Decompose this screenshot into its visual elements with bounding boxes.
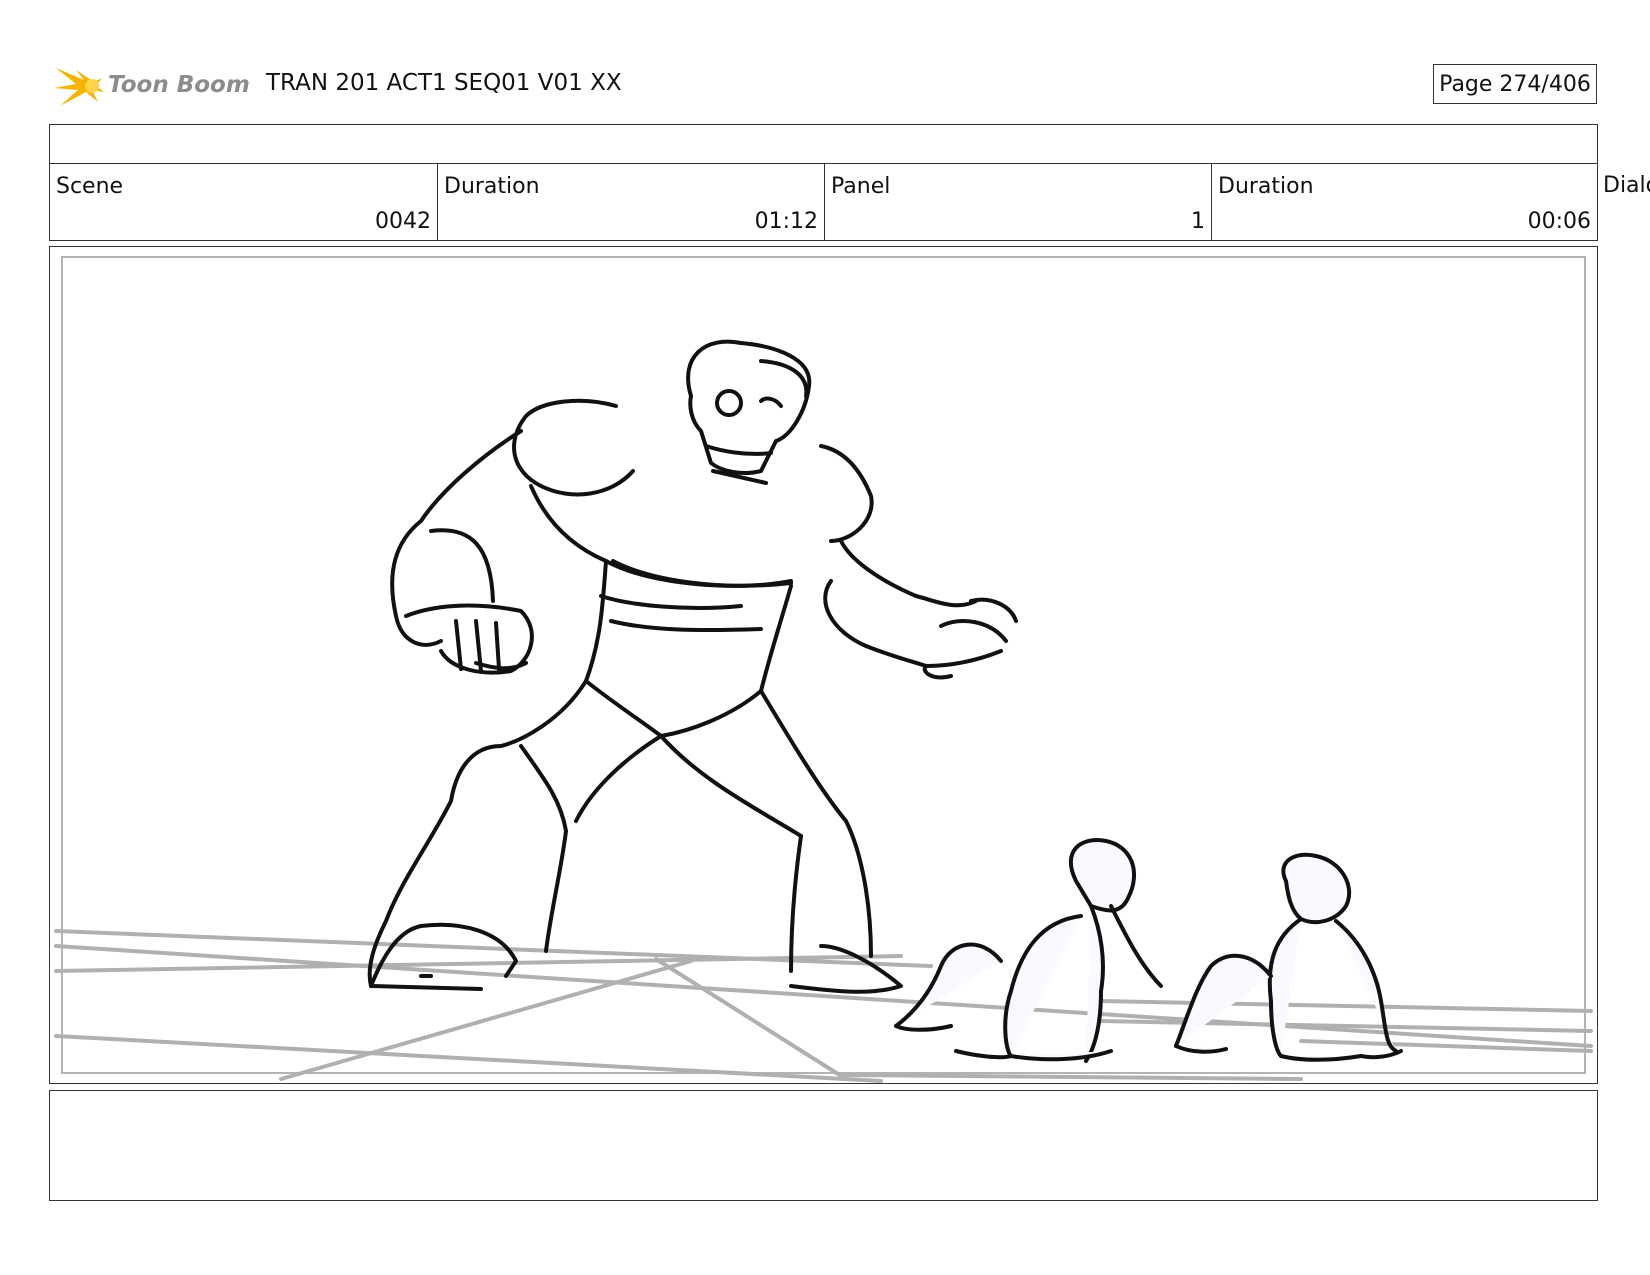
starburst-icon: [54, 68, 104, 106]
panel-value: 1: [1191, 209, 1205, 234]
toon-boom-logo: Toon Boom: [54, 68, 250, 106]
panel-duration-value: 00:06: [1527, 209, 1591, 234]
panel-sketch: [54, 339, 1593, 1083]
scene-label: Scene: [56, 174, 124, 199]
dialog-column-label: Dialo: [1603, 173, 1650, 198]
robot-character: [367, 339, 1018, 994]
action-notes-box: [49, 1090, 1598, 1201]
scene-duration-value: 01:12: [754, 209, 818, 234]
scene-duration-cell: Duration 01:12: [438, 164, 825, 240]
page-number: Page 274/406: [1433, 64, 1597, 104]
panel-cell: Panel 1: [825, 164, 1212, 240]
scene-cell: Scene 0042: [50, 164, 438, 240]
storyboard-panel: [49, 246, 1598, 1084]
scene-value: 0042: [375, 209, 431, 234]
logo-text: Toon Boom: [108, 72, 250, 98]
scene-info-table: Scene 0042 Duration 01:12 Panel 1 Durati…: [49, 163, 1598, 241]
panel-duration-cell: Duration 00:06: [1212, 164, 1597, 240]
panel-label: Panel: [831, 174, 891, 199]
panel-duration-label: Duration: [1218, 174, 1314, 199]
scene-duration-label: Duration: [444, 174, 540, 199]
document-title: TRAN 201 ACT1 SEQ01 V01 XX: [266, 70, 622, 96]
header-blank-row: [49, 124, 1598, 164]
